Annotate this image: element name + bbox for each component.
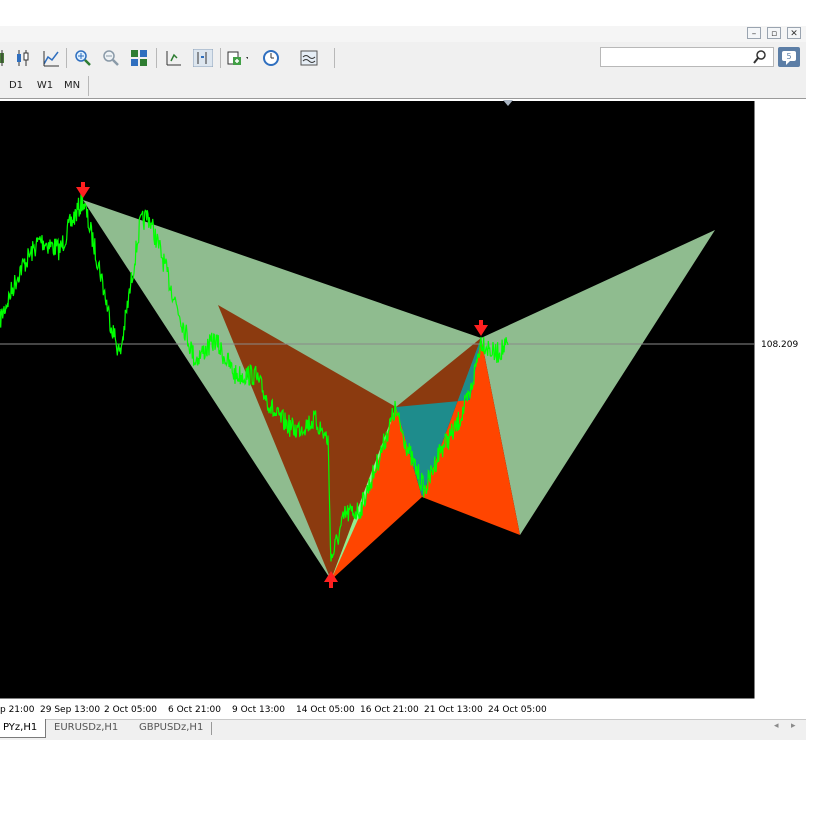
zoom-in-icon[interactable]: [72, 48, 94, 68]
tile-windows-icon[interactable]: [128, 48, 150, 68]
zoom-out-icon[interactable]: [100, 48, 122, 68]
tab-gbpusd[interactable]: GBPUSDz,H1: [131, 719, 211, 737]
restore-button[interactable]: ▫: [767, 27, 781, 39]
price-axis-label: 107.086: [761, 429, 798, 439]
price-axis-label: 109.186: [761, 264, 798, 274]
chart-shift-icon[interactable]: [162, 48, 184, 68]
time-axis-label: 24 Oct 05:00: [488, 705, 547, 715]
current-price-label: 108.209: [761, 340, 798, 350]
price-axis-label: 104.566: [761, 627, 798, 637]
svg-text:5: 5: [786, 52, 791, 61]
search-icon[interactable]: [752, 49, 768, 65]
templates-icon[interactable]: [300, 48, 322, 68]
time-axis-label: 9 Oct 13:00: [232, 705, 285, 715]
chat-bubble-icon: 5: [782, 51, 796, 65]
tab-scroll-left-icon[interactable]: ◂: [774, 721, 779, 731]
price-axis-label: 106.666: [761, 462, 798, 472]
time-axis-label: 2 Oct 05:00: [104, 705, 157, 715]
price-axis-label: 110.026: [761, 198, 798, 208]
price-axis-label: 104.986: [761, 594, 798, 604]
bar-chart-icon[interactable]: [0, 48, 12, 68]
timeframe-mn[interactable]: MN: [60, 78, 84, 94]
price-chart[interactable]: 110.866 110.446 110.026 109.606 109.186 108.7…: [0, 99, 804, 719]
autoscroll-icon[interactable]: [192, 48, 214, 68]
line-chart-icon[interactable]: [40, 48, 62, 68]
time-axis-label: 14 Oct 05:00: [296, 705, 355, 715]
time-axis-label: p 21:00: [0, 705, 35, 715]
price-axis-label: 107.926: [761, 363, 798, 373]
price-axis-label: 108.766: [761, 297, 798, 307]
price-axis-label: 104.146: [761, 660, 798, 670]
timeframe-bar: [0, 74, 806, 99]
price-axis-label: 103.726: [761, 693, 798, 703]
chart-window: 110.866 110.446 110.026 109.606 109.186 108.7…: [0, 99, 804, 719]
tab-scroll-right-icon[interactable]: ▸: [791, 721, 796, 731]
price-axis-label: 107.506: [761, 396, 798, 406]
price-axis-label: 106.246: [761, 495, 798, 505]
time-axis-label: 16 Oct 21:00: [360, 705, 419, 715]
messages-button[interactable]: 5: [778, 47, 800, 67]
minimize-button[interactable]: –: [747, 27, 761, 39]
timeframe-d1[interactable]: D1: [4, 78, 28, 94]
tab-eurusd[interactable]: EURUSDz,H1: [46, 719, 126, 737]
price-axis-label: 109.606: [761, 231, 798, 241]
time-axis-label: 21 Oct 13:00: [424, 705, 483, 715]
search-input[interactable]: [600, 47, 774, 67]
indicators-icon[interactable]: [226, 48, 248, 68]
price-axis-label: 110.866: [761, 132, 798, 142]
timeframe-w1[interactable]: W1: [33, 78, 57, 94]
periodicity-clock-icon[interactable]: [262, 48, 284, 68]
time-axis-label: 29 Sep 13:00: [40, 705, 100, 715]
window-title-bar: [0, 26, 806, 42]
candlestick-chart-icon[interactable]: [12, 48, 34, 68]
price-axis-label: 110.446: [761, 165, 798, 175]
tab-usdjpy[interactable]: PYz,H1: [0, 719, 47, 738]
price-axis-label: 105.406: [761, 561, 798, 571]
time-axis-label: 6 Oct 21:00: [168, 705, 221, 715]
price-axis-label: 105.826: [761, 528, 798, 538]
close-button[interactable]: ✕: [787, 27, 801, 39]
